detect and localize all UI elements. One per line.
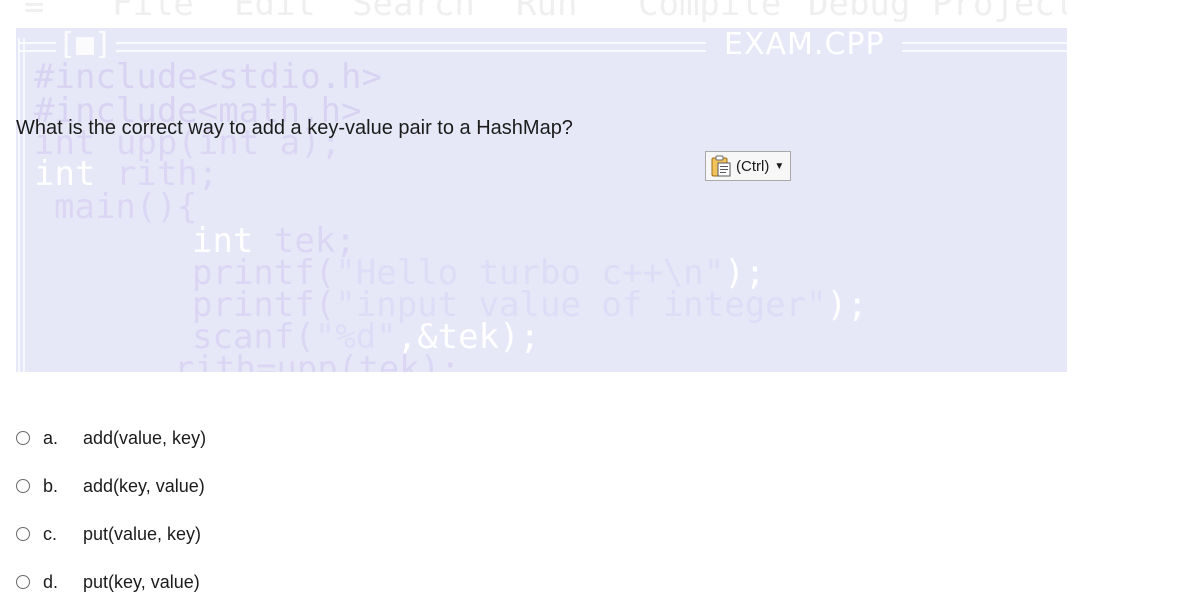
ide-title-rule-left <box>18 42 56 52</box>
option-text: add(key, value) <box>83 475 205 496</box>
ide-menu-run: Run <box>516 0 578 24</box>
ide-menu-project: Project <box>932 0 1067 24</box>
answer-option-d[interactable]: d. put(key, value) <box>16 558 206 606</box>
code-line-5: main(){ <box>54 187 198 227</box>
radio-button[interactable] <box>16 527 30 541</box>
chevron-down-icon: ▼ <box>774 160 785 172</box>
ide-title-rule-middle <box>116 42 706 52</box>
answer-option-c[interactable]: c. put(value, key) <box>16 510 206 558</box>
ide-menu-file: File <box>112 0 194 24</box>
answer-option-a[interactable]: a. add(value, key) <box>16 414 206 462</box>
ide-menubar: ≡ File Edit Search Run Compile Debug Pro… <box>16 0 1067 28</box>
radio-button[interactable] <box>16 479 30 493</box>
option-letter: d. <box>43 571 59 592</box>
ide-menu-compile: Compile <box>638 0 782 24</box>
code-punctuation: ); <box>826 285 868 325</box>
ide-menu-debug: Debug <box>808 0 911 24</box>
ide-menu-search: Search <box>352 0 475 24</box>
option-text: put(key, value) <box>83 571 200 592</box>
clipboard-icon <box>711 155 731 177</box>
option-letter: b. <box>43 475 59 496</box>
answer-options: a. add(value, key) b. add(key, value) c.… <box>16 414 206 606</box>
option-text: put(value, key) <box>83 523 202 544</box>
question-area: ≡ File Edit Search Run Compile Debug Pro… <box>0 0 1179 608</box>
paste-options-button[interactable]: (Ctrl) ▼ <box>705 151 792 181</box>
radio-button[interactable] <box>16 431 30 445</box>
option-letter: c. <box>43 523 58 544</box>
ide-title-rule-right <box>902 42 1067 52</box>
answer-option-b[interactable]: b. add(key, value) <box>16 462 206 510</box>
ide-window-title: EXAM.CPP <box>724 27 885 62</box>
ide-screenshot-image: ≡ File Edit Search Run Compile Debug Pro… <box>16 0 1067 372</box>
radio-button[interactable] <box>16 575 30 589</box>
option-letter: a. <box>43 427 59 448</box>
ide-menu-edit: Edit <box>234 0 316 24</box>
ide-menu-system: ≡ <box>24 0 45 24</box>
paste-options-label: (Ctrl) <box>736 157 770 175</box>
question-text: What is the correct way to add a key-val… <box>16 117 573 139</box>
code-line-10: rith=upp(tek); <box>174 349 461 372</box>
ide-frame-border <box>18 38 25 372</box>
option-text: add(value, key) <box>83 427 207 448</box>
